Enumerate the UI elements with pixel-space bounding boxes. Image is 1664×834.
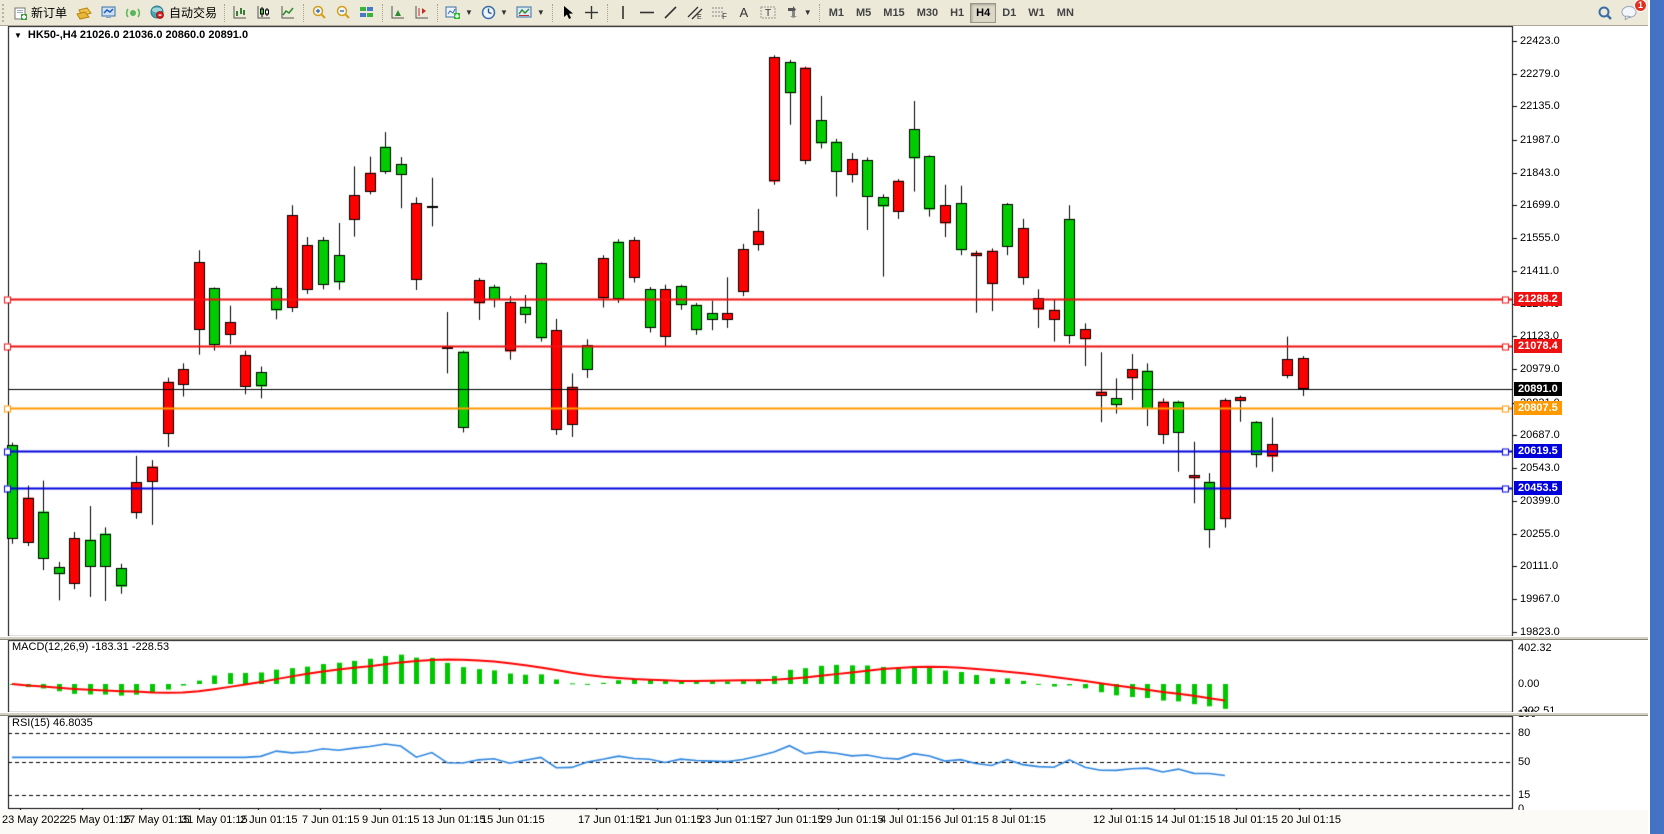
candlestick-icon (256, 5, 272, 20)
dropdown-caret: ▼ (500, 8, 508, 17)
chat-button[interactable]: 1 (1617, 2, 1642, 24)
channel-icon: E (687, 5, 703, 20)
fibonacci-tool-button[interactable]: F (707, 2, 732, 24)
horizontal-line-icon (639, 5, 655, 20)
toolbar-separator (552, 4, 553, 22)
auto-trading-label: 自动交易 (169, 4, 217, 21)
right-scroll-strip[interactable] (1650, 0, 1664, 834)
svg-text:E: E (697, 14, 702, 20)
candlestick-chart-button[interactable] (252, 2, 276, 24)
label-tool-button[interactable]: T (756, 2, 781, 24)
channel-tool-button[interactable]: E (683, 2, 707, 24)
crosshair-icon (584, 5, 599, 20)
add-indicator-icon (445, 5, 461, 20)
toolbar-separator (437, 4, 438, 22)
indicators-button[interactable]: ▼ (441, 2, 477, 24)
clock-icon (481, 5, 496, 20)
toolbar-separator (224, 4, 225, 22)
price-chart-canvas[interactable] (0, 0, 1664, 834)
crosshair-tool-button[interactable] (580, 2, 604, 24)
vertical-line-tool-button[interactable] (611, 2, 635, 24)
dropdown-caret: ▼ (804, 8, 812, 17)
vertical-line-icon (618, 5, 628, 20)
pane-splitter[interactable] (0, 712, 1648, 716)
label-tool-icon: T (760, 5, 777, 20)
bar-chart-button[interactable] (228, 2, 252, 24)
cursor-icon (561, 5, 575, 20)
new-order-icon (14, 6, 28, 20)
search-icon (1597, 5, 1613, 21)
chart-window-button[interactable] (97, 2, 121, 24)
zoom-in-icon (311, 5, 327, 20)
arrows-tool-button[interactable]: ▼ (781, 2, 816, 24)
tf-button-w1[interactable]: W1 (1022, 3, 1051, 23)
periods-button[interactable]: ▼ (477, 2, 512, 24)
zoom-out-button[interactable] (331, 2, 355, 24)
signals-button[interactable] (121, 2, 145, 24)
svg-text:F: F (722, 12, 727, 20)
chart-shift-icon (414, 5, 430, 20)
bar-chart-icon (232, 5, 248, 20)
new-order-label: 新订单 (31, 4, 67, 21)
search-button[interactable] (1593, 2, 1617, 24)
tf-button-h1[interactable]: H1 (944, 3, 970, 23)
dropdown-caret: ▼ (465, 8, 473, 17)
notification-badge: 1 (1634, 0, 1647, 12)
templates-button[interactable]: ▼ (512, 2, 549, 24)
line-chart-button[interactable] (276, 2, 300, 24)
main-toolbar: 新订单 自动交易 (0, 0, 1648, 26)
trendline-icon (663, 5, 678, 20)
zoom-out-icon (335, 5, 351, 20)
tf-button-d1[interactable]: D1 (996, 3, 1022, 23)
template-icon (516, 5, 533, 20)
arrows-icon (785, 5, 800, 20)
text-tool-button[interactable]: A (732, 2, 756, 24)
toolbar-grip (2, 4, 7, 22)
tf-button-m1[interactable]: M1 (823, 3, 850, 23)
auto-scroll-button[interactable] (386, 2, 410, 24)
pane-splitter[interactable] (0, 636, 1648, 640)
new-order-button[interactable]: 新订单 (10, 2, 71, 24)
gold-icon (75, 6, 93, 20)
auto-trading-icon (149, 5, 166, 20)
cursor-tool-button[interactable] (556, 2, 580, 24)
trendline-tool-button[interactable] (659, 2, 683, 24)
auto-trading-button[interactable]: 自动交易 (145, 2, 221, 24)
fibonacci-icon: F (711, 5, 728, 20)
tile-windows-button[interactable] (355, 2, 379, 24)
line-chart-icon (280, 5, 296, 20)
market-watch-button[interactable] (71, 2, 97, 24)
toolbar-separator (303, 4, 304, 22)
toolbar-separator (382, 4, 383, 22)
tf-button-m30[interactable]: M30 (911, 3, 944, 23)
text-tool-icon: A (739, 5, 748, 20)
tf-button-m5[interactable]: M5 (850, 3, 877, 23)
signal-icon (125, 6, 141, 20)
horizontal-line-tool-button[interactable] (635, 2, 659, 24)
chart-shift-button[interactable] (410, 2, 434, 24)
zoom-in-button[interactable] (307, 2, 331, 24)
toolbar-separator (607, 4, 608, 22)
tile-windows-icon (359, 5, 375, 20)
tf-button-h4[interactable]: H4 (970, 3, 996, 23)
dropdown-caret: ▼ (537, 8, 545, 17)
toolbar-separator (819, 4, 820, 22)
monitor-icon (101, 6, 117, 20)
auto-scroll-icon (390, 5, 406, 20)
tf-button-m15[interactable]: M15 (877, 3, 910, 23)
tf-button-mn[interactable]: MN (1051, 3, 1080, 23)
svg-text:T: T (765, 8, 771, 19)
